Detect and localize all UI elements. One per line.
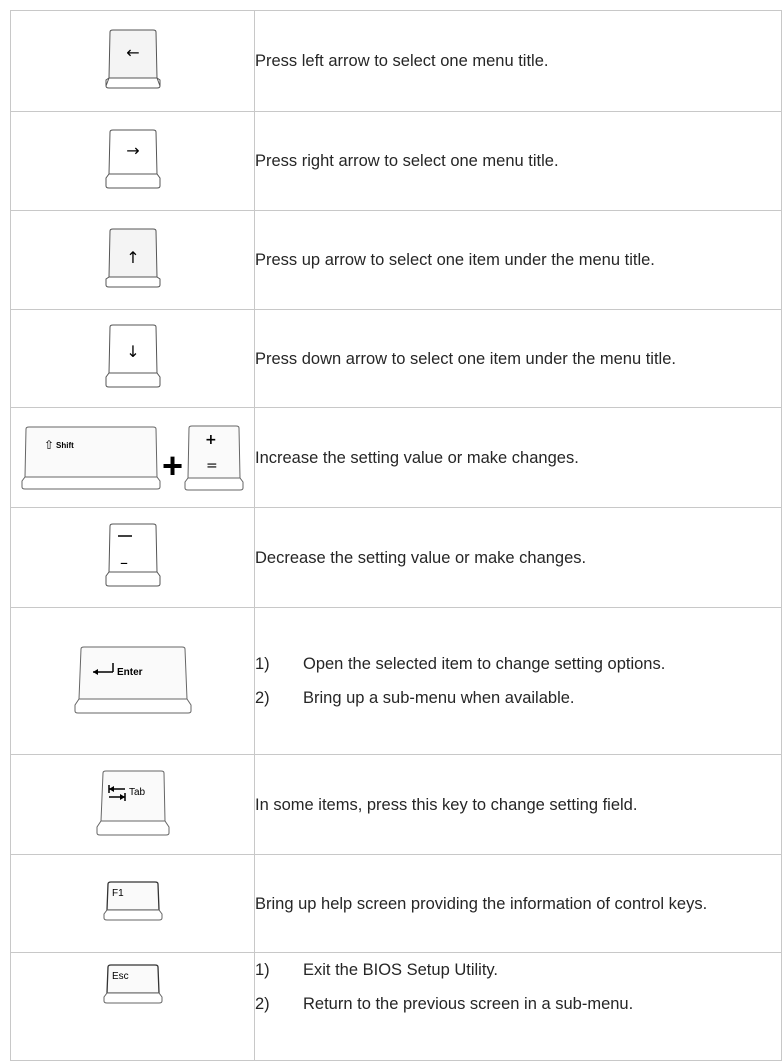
key-label: = (206, 458, 218, 474)
key-cell: Enter (10, 607, 255, 755)
row-description: Press left arrow to select one menu titl… (254, 10, 782, 112)
row-description: Increase the setting value or make chang… (254, 407, 782, 508)
key-label: Esc (112, 971, 129, 982)
key-label: + (205, 432, 217, 448)
row-description: 1) Open the selected item to change sett… (254, 607, 782, 755)
key-label: ← (126, 43, 139, 62)
minus-key-icon: – (105, 523, 160, 587)
item-text: Return to the previous screen in a sub-m… (303, 995, 634, 1013)
row-description: Press up arrow to select one item under … (254, 210, 782, 310)
shift-plus-combo: ⇧ Shift + + = (11, 424, 254, 492)
table-row: Esc 1) Exit the BIOS Setup Utility. 2) R… (10, 952, 782, 1061)
key-cell: ← (10, 10, 255, 112)
item-text: Bring up a sub-menu when available. (303, 689, 575, 707)
table-row: ↑ Press up arrow to select one item unde… (10, 210, 782, 310)
item-number: 2) (255, 995, 270, 1013)
list-item: 2) Return to the previous screen in a su… (255, 987, 781, 1021)
key-cell: → (10, 111, 255, 211)
table-row: Enter 1) Open the selected item to chang… (10, 607, 782, 755)
key-cell: ⇧ Shift + + = (10, 407, 255, 508)
row-description: 1) Exit the BIOS Setup Utility. 2) Retur… (254, 952, 782, 1061)
item-text: Exit the BIOS Setup Utility. (303, 961, 499, 979)
right-arrow-key-icon: → (105, 129, 160, 188)
left-arrow-key-icon: ← (105, 29, 160, 88)
row-description: In some items, press this key to change … (254, 754, 782, 855)
enter-key-icon: Enter (74, 646, 191, 713)
down-arrow-key-icon: ↓ (105, 324, 160, 388)
key-cell: ↑ (10, 210, 255, 310)
esc-key-icon: Esc (103, 964, 162, 1004)
tab-key-icon: Tab (96, 770, 169, 836)
table-row: ↓ Press down arrow to select one item un… (10, 309, 782, 408)
key-label: ↑ (126, 248, 139, 267)
key-cell: – (10, 507, 255, 608)
list-item: 2) Bring up a sub-menu when available. (255, 681, 781, 715)
key-label: – (120, 553, 128, 572)
key-cell: Tab (10, 754, 255, 855)
key-label: ↓ (126, 342, 139, 361)
item-number: 1) (255, 655, 270, 673)
svg-text:⇧: ⇧ (44, 438, 54, 452)
key-cell: F1 (10, 854, 255, 953)
item-number: 2) (255, 689, 270, 707)
table-row: – Decrease the setting value or make cha… (10, 507, 782, 608)
list-item: 1) Exit the BIOS Setup Utility. (255, 953, 781, 987)
list-item: 1) Open the selected item to change sett… (255, 647, 781, 681)
f1-key-icon: F1 (103, 881, 162, 921)
key-label: Shift (56, 441, 74, 450)
plus-equals-key-icon: + = (184, 425, 244, 490)
table-row: → Press right arrow to select one menu t… (10, 111, 782, 211)
control-keys-table: ← Press left arrow to select one menu ti… (10, 10, 782, 1061)
table-row: F1 Bring up help screen providing the in… (10, 854, 782, 953)
table-row: ← Press left arrow to select one menu ti… (10, 10, 782, 112)
row-description: Press right arrow to select one menu tit… (254, 111, 782, 211)
item-text: Open the selected item to change setting… (303, 655, 666, 673)
combo-plus-sign: + (161, 444, 184, 486)
row-description: Press down arrow to select one item unde… (254, 309, 782, 408)
key-cell: Esc (10, 952, 255, 1061)
up-arrow-key-icon: ↑ (105, 228, 160, 287)
key-label: → (126, 141, 139, 160)
table-row: ⇧ Shift + + = Increase the setting value… (10, 407, 782, 508)
table-row: Tab In some items, press this key to cha… (10, 754, 782, 855)
shift-key-icon: ⇧ Shift (21, 426, 161, 489)
item-number: 1) (255, 961, 270, 979)
key-label: F1 (112, 888, 124, 899)
row-description: Decrease the setting value or make chang… (254, 507, 782, 608)
key-label: Enter (117, 667, 143, 678)
key-cell: ↓ (10, 309, 255, 408)
row-description: Bring up help screen providing the infor… (254, 854, 782, 953)
key-label: Tab (129, 787, 146, 798)
